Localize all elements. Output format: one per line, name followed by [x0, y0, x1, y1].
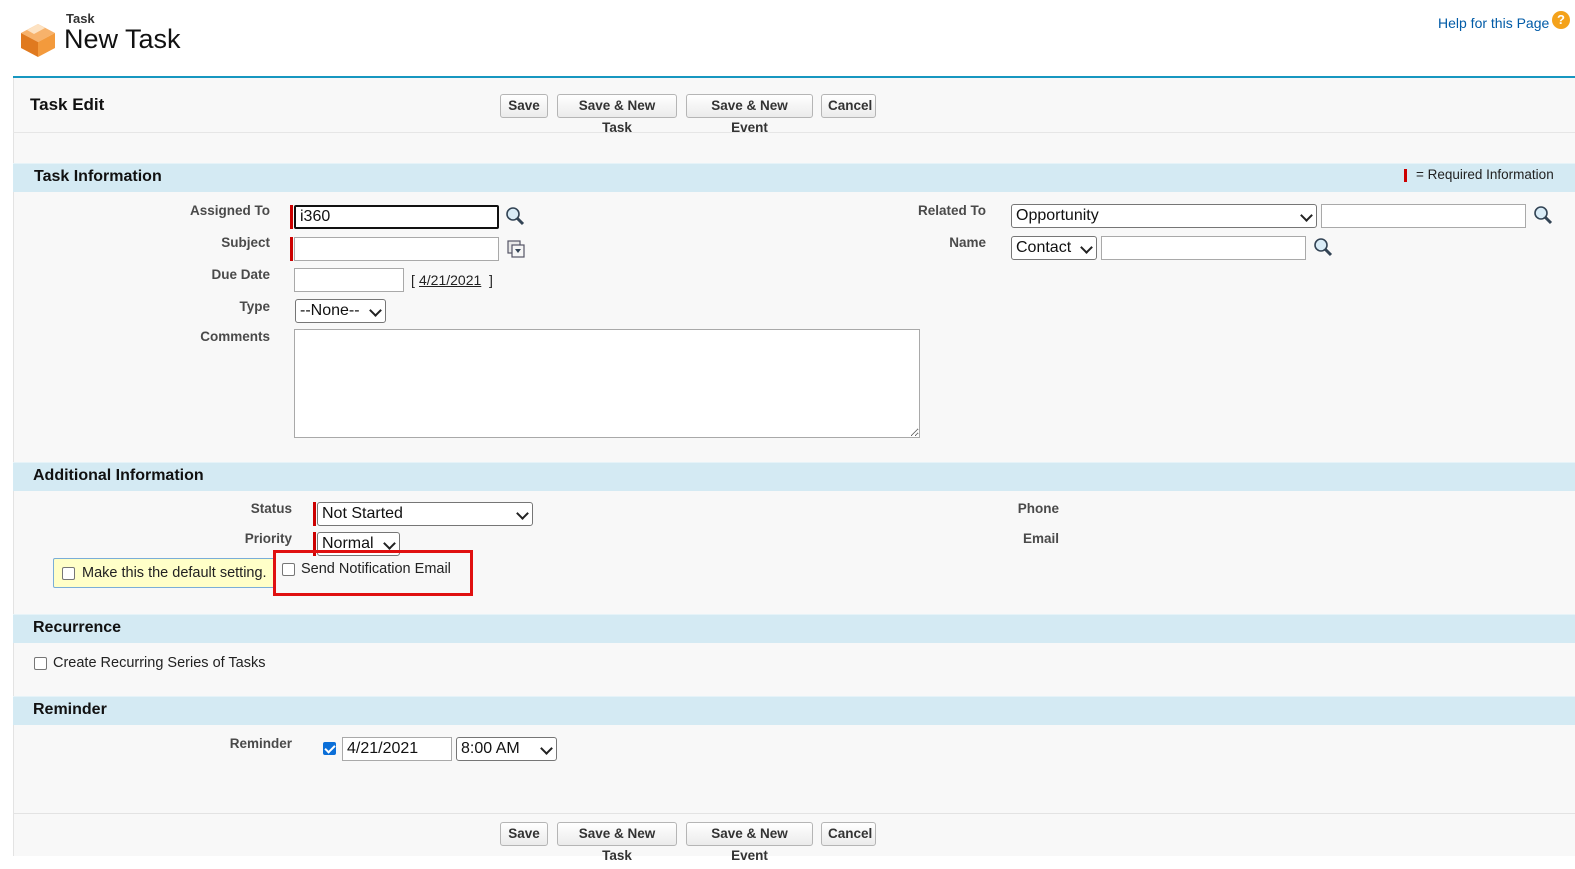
related-to-select[interactable]: Opportunity: [1011, 204, 1317, 228]
save-button-top[interactable]: Save: [500, 94, 548, 118]
required-legend: = Required Information: [1416, 167, 1554, 182]
due-date-input[interactable]: [294, 268, 404, 292]
reminder-time-select[interactable]: 8:00 AM: [456, 737, 557, 761]
create-recurring-label: Create Recurring Series of Tasks: [53, 655, 266, 671]
email-label: Email: [1022, 531, 1059, 546]
bottom-divider: [13, 813, 1575, 814]
save-new-task-button-top[interactable]: Save & New Task: [557, 94, 677, 135]
recurrence-title: Recurrence: [33, 619, 122, 636]
type-label: Type: [239, 299, 270, 314]
date-bracket-close: ]: [489, 272, 493, 288]
send-notification-label: Send Notification Email: [301, 561, 451, 577]
save-new-task-button-bottom[interactable]: Save & New Task: [557, 822, 677, 863]
send-notification-checkbox[interactable]: [282, 563, 295, 576]
assigned-to-label: Assigned To: [189, 203, 270, 218]
cancel-button-bottom[interactable]: Cancel: [821, 822, 876, 846]
subject-label: Subject: [221, 235, 270, 250]
subject-input[interactable]: [294, 237, 499, 261]
additional-information-section: [13, 462, 1575, 491]
help-link[interactable]: Help for this Page: [1438, 15, 1549, 31]
priority-label: Priority: [244, 531, 292, 546]
required-marker: [290, 205, 293, 229]
save-new-event-button-top[interactable]: Save & New Event: [686, 94, 813, 135]
default-setting-checkbox[interactable]: [62, 567, 75, 580]
reminder-section: [13, 696, 1575, 725]
required-marker: [290, 237, 293, 261]
task-object-icon: [21, 24, 55, 57]
name-label: Name: [949, 235, 986, 250]
chevron-down-icon: [1080, 241, 1093, 254]
reminder-checkbox[interactable]: [323, 742, 336, 755]
reminder-time-value: 8:00 AM: [461, 740, 520, 757]
name-input[interactable]: [1101, 236, 1306, 260]
chevron-down-icon: [516, 507, 529, 520]
question-icon[interactable]: ?: [1552, 11, 1570, 29]
reminder-title: Reminder: [33, 701, 107, 718]
save-new-event-button-bottom[interactable]: Save & New Event: [686, 822, 813, 863]
task-information-section: [13, 163, 1575, 192]
type-select-value: --None--: [300, 302, 360, 319]
status-select[interactable]: Not Started: [317, 502, 533, 526]
phone-label: Phone: [1017, 501, 1059, 516]
assigned-to-input[interactable]: [294, 205, 499, 229]
today-date-link[interactable]: 4/21/2021: [419, 272, 481, 288]
type-select[interactable]: --None--: [295, 299, 386, 323]
chevron-down-icon: [540, 742, 553, 755]
chevron-down-icon: [1300, 209, 1313, 222]
status-select-value: Not Started: [322, 505, 403, 522]
page-title: New Task: [64, 24, 181, 54]
recurrence-section: [13, 614, 1575, 643]
chevron-down-icon: [383, 537, 396, 550]
name-type-select-value: Contact: [1016, 239, 1072, 256]
related-to-input[interactable]: [1321, 204, 1526, 228]
related-to-select-value: Opportunity: [1016, 207, 1099, 224]
additional-information-title: Additional Information: [33, 467, 204, 484]
related-to-label: Related To: [917, 203, 986, 218]
required-marker: [313, 502, 316, 526]
save-button-bottom[interactable]: Save: [500, 822, 548, 846]
required-legend-marker: [1404, 169, 1407, 182]
page-block-title: Task Edit: [30, 95, 105, 114]
default-setting-label: Make this the default setting.: [82, 565, 267, 581]
create-recurring-checkbox[interactable]: [34, 657, 47, 670]
combobox-icon[interactable]: [506, 239, 526, 259]
lookup-icon[interactable]: [505, 206, 525, 226]
name-type-select[interactable]: Contact: [1011, 236, 1097, 260]
cancel-button-top[interactable]: Cancel: [821, 94, 876, 118]
lookup-icon[interactable]: [1313, 237, 1333, 257]
date-bracket-open: [: [411, 272, 415, 288]
lookup-icon[interactable]: [1533, 205, 1553, 225]
chevron-down-icon: [369, 304, 382, 317]
task-information-title: Task Information: [34, 168, 162, 185]
due-date-label: Due Date: [211, 267, 270, 282]
comments-label: Comments: [200, 329, 270, 344]
reminder-date-input[interactable]: [342, 737, 452, 761]
status-label: Status: [250, 501, 292, 516]
comments-textarea[interactable]: [294, 329, 920, 438]
reminder-label: Reminder: [229, 736, 292, 751]
